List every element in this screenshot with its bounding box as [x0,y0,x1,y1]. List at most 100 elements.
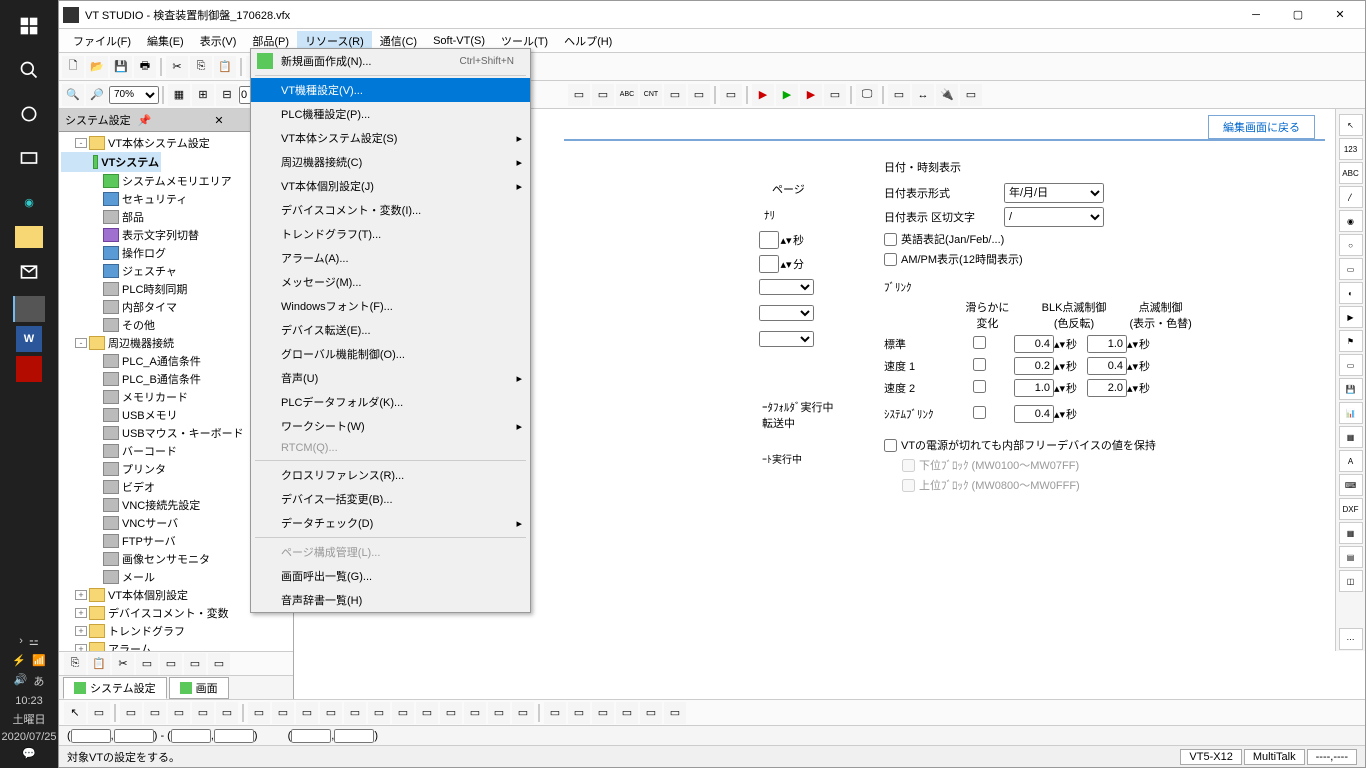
menu-0[interactable]: ファイル(F) [65,31,139,51]
menu-item[interactable]: 新規画面作成(N)...Ctrl+Shift+N [251,49,530,73]
clock-time[interactable]: 10:23 [0,695,58,707]
lt-13[interactable]: ▭ [368,702,390,724]
word-icon[interactable]: W [16,326,42,352]
tab-system-settings[interactable]: システム設定 [63,677,167,699]
lt-19[interactable]: ▭ [512,702,534,724]
wifi-icon[interactable]: ⚍ [29,635,39,648]
blink-1-smooth-checkbox[interactable] [973,358,986,371]
menu-item[interactable]: デバイス一括変更(B)... [251,487,530,511]
lt-6[interactable]: ▭ [192,702,214,724]
blink-sys-checkbox[interactable] [973,406,986,419]
tool-m-icon[interactable]: ▭ [960,84,982,106]
blink-2-smooth-checkbox[interactable] [973,380,986,393]
coord-x2-input[interactable] [171,729,211,743]
mini-d-icon[interactable]: ▭ [208,653,230,675]
mini-c-icon[interactable]: ▭ [184,653,206,675]
tool-j-icon[interactable]: ▭ [888,84,910,106]
menu-6[interactable]: Soft-VT(S) [425,33,493,49]
tool-h-icon[interactable]: ▶ [800,84,822,106]
cut-icon[interactable]: ✂ [166,56,188,78]
snap-icon[interactable]: ⊟ [216,84,238,106]
mini-paste-icon[interactable]: 📋 [88,653,110,675]
lt-14[interactable]: ▭ [392,702,414,724]
english-notation-checkbox[interactable] [884,233,897,246]
tool-a-icon[interactable]: ▭ [568,84,590,106]
tree-item[interactable]: +アラーム [61,640,291,651]
rt-circle-icon[interactable]: ○ [1339,234,1363,256]
lt-17[interactable]: ▭ [464,702,486,724]
explorer-icon[interactable] [15,226,43,248]
spinner-1[interactable] [759,231,779,249]
monitor-icon[interactable]: 🖵 [856,84,878,106]
combo-1[interactable] [759,279,814,295]
copy-icon[interactable]: ⎘ [190,56,212,78]
open-icon[interactable]: 📂 [86,56,108,78]
menu-8[interactable]: ヘルプ(H) [556,31,620,51]
mini-a-icon[interactable]: ▭ [136,653,158,675]
grid-icon[interactable]: ▦ [168,84,190,106]
tree-item[interactable]: VTシステム [61,152,161,172]
lt-2[interactable]: ▭ [88,702,110,724]
coord-y-input[interactable] [114,729,154,743]
zoom-out-icon[interactable]: 🔎 [86,84,108,106]
new-icon[interactable]: 🗋 [62,56,84,78]
lt-16[interactable]: ▭ [440,702,462,724]
rt-window-icon[interactable]: ◫ [1339,570,1363,592]
tab-screen[interactable]: 画面 [169,677,229,699]
menu-item[interactable]: アラーム(A)... [251,246,530,270]
menu-item[interactable]: クロスリファレンス(R)... [251,463,530,487]
spinner-2[interactable] [759,255,779,273]
lt-10[interactable]: ▭ [296,702,318,724]
combo-2[interactable] [759,305,814,321]
lt-9[interactable]: ▭ [272,702,294,724]
rt-arrow-icon[interactable]: ↖ [1339,114,1363,136]
chevron-right-icon[interactable]: › [19,635,23,648]
menu-item[interactable]: 周辺機器接続(C)▸ [251,150,530,174]
vtstudio-taskbar-icon[interactable] [13,296,45,322]
blink-std-smooth-checkbox[interactable] [973,336,986,349]
menu-item[interactable]: グローバル機能制御(O)... [251,342,530,366]
tool-f-icon[interactable]: ▶ [752,84,774,106]
lt-11[interactable]: ▭ [320,702,342,724]
rt-rect-icon[interactable]: ▭ [1339,258,1363,280]
menu-item[interactable]: 音声(U)▸ [251,366,530,390]
rt-calc-icon[interactable]: ▦ [1339,426,1363,448]
close-button[interactable]: ✕ [1319,2,1361,28]
rt-meter-icon[interactable]: ◐ [1339,282,1363,304]
rt-disk-icon[interactable]: 💾 [1339,378,1363,400]
edge-icon[interactable]: ◉ [9,182,49,222]
tool-e-icon[interactable]: ▭ [720,84,742,106]
menu-item[interactable]: デバイスコメント・変数(I)... [251,198,530,222]
size-h-input[interactable] [334,729,374,743]
back-to-edit-button[interactable]: 編集画面に戻る [1208,115,1315,139]
cnt-icon[interactable]: CNT [640,84,662,106]
coord-x-input[interactable] [71,729,111,743]
blink-1-blk-input[interactable] [1014,357,1054,375]
mini-cut-icon[interactable]: ✂ [112,653,134,675]
lt-8[interactable]: ▭ [248,702,270,724]
cortana-icon[interactable] [9,94,49,134]
menu-item[interactable]: 音声辞書一覧(H) [251,588,530,612]
blink-1-disp-input[interactable] [1087,357,1127,375]
menu-item[interactable]: VT機種設定(V)... [251,78,530,102]
lt-24[interactable]: ▭ [640,702,662,724]
tool-c-icon[interactable]: ▭ [664,84,686,106]
tool-l-icon[interactable]: 🔌 [936,84,958,106]
rt-text-icon[interactable]: A [1339,450,1363,472]
save-icon[interactable]: 💾 [110,56,132,78]
coord-y2-input[interactable] [214,729,254,743]
lt-20[interactable]: ▭ [544,702,566,724]
blink-2-disp-input[interactable] [1087,379,1127,397]
menu-item[interactable]: メッセージ(M)... [251,270,530,294]
mini-b-icon[interactable]: ▭ [160,653,182,675]
lt-21[interactable]: ▭ [568,702,590,724]
rt-grid-icon[interactable]: ▦ [1339,522,1363,544]
size-w-input[interactable] [291,729,331,743]
maximize-button[interactable]: ▢ [1277,2,1319,28]
menu-item[interactable]: 画面呼出一覧(G)... [251,564,530,588]
print-icon[interactable]: 🖶 [134,56,156,78]
lt-1[interactable]: ↖ [64,702,86,724]
lt-18[interactable]: ▭ [488,702,510,724]
align-icon[interactable]: ⊞ [192,84,214,106]
minimize-button[interactable]: ─ [1235,2,1277,28]
